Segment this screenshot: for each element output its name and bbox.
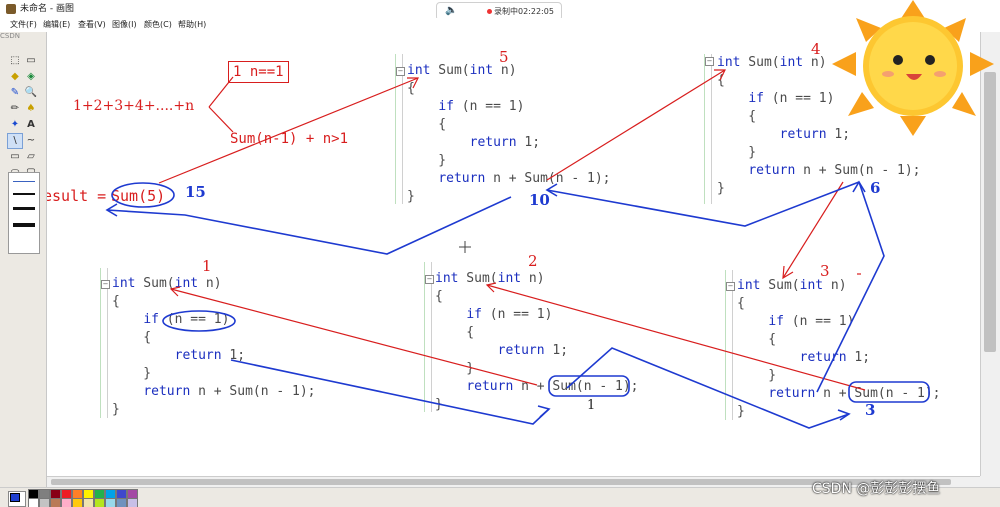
eraser-icon[interactable]: ◆ (8, 70, 22, 84)
menu-colors[interactable]: 颜色(C) (144, 18, 172, 32)
menu-image[interactable]: 图像(I) (112, 18, 137, 32)
width-option-4[interactable] (13, 223, 35, 227)
palette-swatch[interactable] (83, 498, 94, 507)
record-dot-icon (487, 9, 492, 14)
magnifier-icon[interactable]: 🔍 (24, 86, 38, 100)
sum-call-box-2 (548, 375, 630, 397)
pencil-icon[interactable]: ✏ (8, 102, 22, 116)
red-branch-line-down (208, 106, 234, 133)
csdn-watermark: CSDN @彭彭彭摆鱼 (812, 481, 941, 497)
curve-tool-icon[interactable]: ~ (24, 134, 38, 148)
width-option-2[interactable] (13, 193, 35, 195)
blue-return-arrow-4 (546, 181, 860, 227)
blue-arrowhead (837, 409, 851, 421)
toolbox: CSDN ⬚ ▭ ◆ ◈ ✎ 🔍 ✏ ♠ ✦ A \ ~ ▭ ▱ ⬭ ▢ (0, 32, 47, 487)
blue-return-arrow-5 (106, 196, 512, 255)
blue-arrowhead (537, 405, 551, 418)
foreground-color-swatch[interactable] (10, 493, 20, 502)
red-call-arrow-5 (158, 77, 419, 184)
speaker-icon[interactable]: 🔈 (445, 6, 457, 16)
red-call-arrow-1 (170, 288, 538, 386)
blue-return-arrow-1 (230, 359, 550, 425)
rectangle-tool-icon[interactable]: ▭ (8, 150, 22, 164)
paint-window: 未命名 - 画图 🔈 录制中02:22:05 文件(F) 编辑(E) 查看(V)… (0, 0, 1000, 507)
current-colors[interactable] (8, 491, 26, 507)
sum-call-box-3 (848, 381, 930, 403)
menu-file[interactable]: 文件(F) (10, 18, 37, 32)
blue-return-arrow-3 (816, 181, 885, 393)
airbrush-icon[interactable]: ✦ (8, 118, 22, 132)
brush-icon[interactable]: ♠ (24, 102, 38, 116)
paint-app-icon (6, 4, 16, 14)
palette-swatch[interactable] (50, 498, 61, 507)
red-call-arrow-3 (782, 181, 844, 279)
line-width-selector[interactable] (8, 172, 40, 254)
palette-swatch[interactable] (94, 498, 105, 507)
red-call-arrow-4 (546, 69, 726, 181)
polygon-tool-icon[interactable]: ▱ (24, 150, 38, 164)
menu-view[interactable]: 查看(V) (78, 18, 106, 32)
color-picker-icon[interactable]: ✎ (8, 86, 22, 100)
fill-icon[interactable]: ◈ (24, 70, 38, 84)
result-call-circle (111, 182, 175, 208)
menu-edit[interactable]: 编辑(E) (43, 18, 70, 32)
sun-sticker-icon (832, 0, 994, 136)
red-branch-line-up (208, 76, 234, 108)
palette-swatch[interactable] (127, 498, 138, 507)
menu-help[interactable]: 帮助(H) (178, 18, 206, 32)
palette-swatch[interactable] (72, 498, 83, 507)
palette-swatch[interactable] (28, 498, 39, 507)
blue-return-arrow-2 (566, 347, 850, 429)
blue-arrowhead (545, 183, 558, 197)
palette-swatch[interactable] (116, 498, 127, 507)
red-arrowhead (407, 77, 419, 89)
width-option-1[interactable] (13, 181, 35, 182)
free-select-icon[interactable]: ⬚ (8, 54, 22, 68)
palette-swatch[interactable] (105, 498, 116, 507)
rect-select-icon[interactable]: ▭ (24, 54, 38, 68)
width-option-3[interactable] (13, 207, 35, 210)
line-tool-icon[interactable]: \ (7, 133, 23, 149)
csdn-overlay-logo: CSDN (0, 32, 20, 40)
palette-swatch[interactable] (39, 498, 50, 507)
cursor-crosshair-icon (459, 241, 471, 253)
base-case-circle (162, 310, 236, 332)
window-title: 未命名 - 画图 (20, 4, 74, 14)
palette-swatch[interactable] (61, 498, 72, 507)
text-tool-icon[interactable]: A (24, 118, 38, 132)
